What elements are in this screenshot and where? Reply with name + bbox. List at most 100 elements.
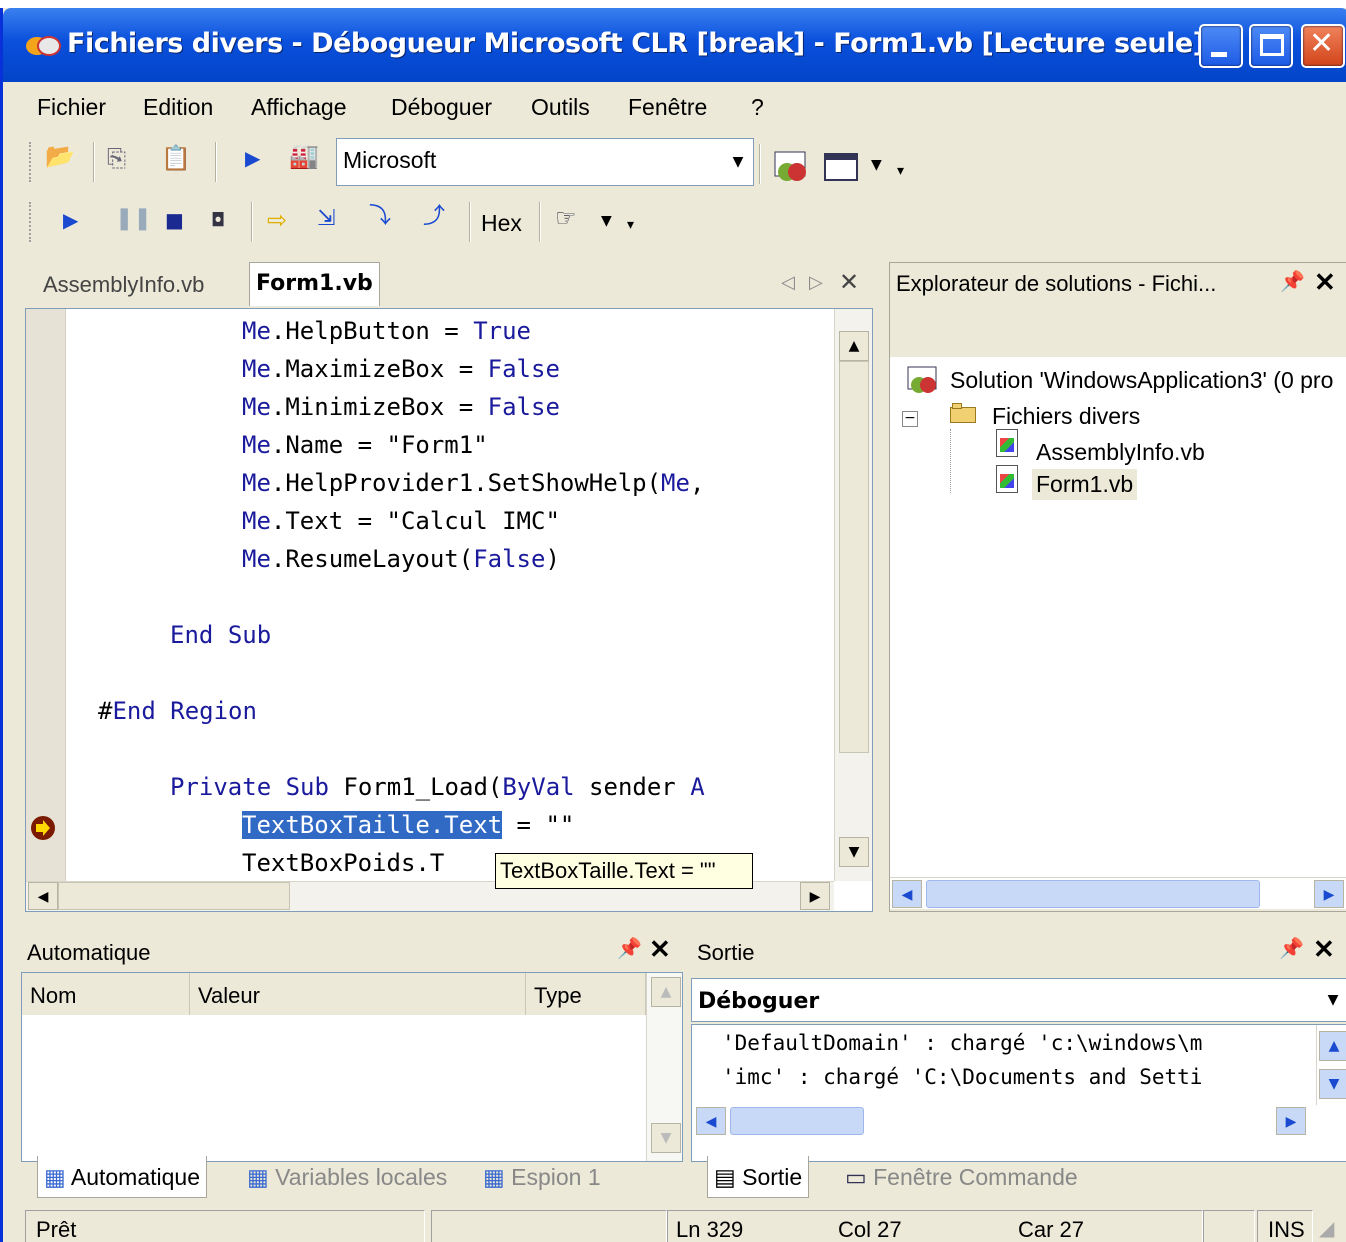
scroll-down-icon[interactable]: ▼ xyxy=(1319,1069,1346,1099)
code-line: Me.Name = "Form1" xyxy=(242,431,488,459)
pause-icon[interactable]: ❚❚ xyxy=(115,208,152,230)
autos-vertical-scrollbar[interactable]: ▲ ▼ xyxy=(646,973,682,1161)
start-icon[interactable]: ▶ xyxy=(245,148,260,168)
solution-node[interactable]: Solution 'WindowsApplication3' (0 pro xyxy=(950,367,1333,394)
autos-grid[interactable]: Nom Valeur Type ▲ ▼ xyxy=(21,972,683,1162)
menu-affichage[interactable]: Affichage xyxy=(251,94,346,121)
output-tab-strip: ▤ Sortie ▭ Fenêtre Commande xyxy=(691,1156,1346,1198)
pin-icon[interactable]: 📌 xyxy=(1280,269,1305,294)
breakpoint-margin[interactable] xyxy=(26,309,66,881)
minimize-button[interactable] xyxy=(1199,24,1243,68)
output-horizontal-scrollbar[interactable]: ◀ ▶ xyxy=(692,1105,1316,1137)
close-pane-icon[interactable]: ✕ xyxy=(1313,934,1335,965)
command-window-icon[interactable] xyxy=(823,152,859,182)
tab-assemblyinfo[interactable]: AssemblyInfo.vb xyxy=(43,272,204,298)
hex-button[interactable]: Hex xyxy=(481,210,522,237)
code-line-form-load: Private Sub Form1_Load(ByVal sender A xyxy=(170,773,705,801)
scroll-left-icon[interactable]: ◀ xyxy=(696,1107,726,1135)
menu-deboguer[interactable]: Déboguer xyxy=(391,94,492,121)
tab-variables-locales[interactable]: ▦ Variables locales xyxy=(241,1156,453,1198)
continue-icon[interactable]: ▶ xyxy=(63,210,78,230)
scrollbar-thumb[interactable] xyxy=(730,1107,864,1135)
resize-grip-icon[interactable]: ◢ xyxy=(1319,1216,1334,1241)
toolbar-overflow-icon[interactable]: ▾ xyxy=(897,164,904,178)
tab-espion-1[interactable]: ▦ Espion 1 xyxy=(477,1156,607,1198)
step-into-icon[interactable]: ⇲ xyxy=(317,208,335,230)
tab-form1[interactable]: Form1.vb xyxy=(249,262,380,306)
close-pane-icon[interactable]: ✕ xyxy=(1314,267,1336,298)
autos-pane: Automatique 📌 ✕ Nom Valeur Type ▲ ▼ xyxy=(21,930,683,1162)
file-node-assemblyinfo[interactable]: AssemblyInfo.vb xyxy=(1036,439,1205,466)
copy-icon[interactable]: ⎘ xyxy=(107,146,126,170)
breakpoints-icon[interactable]: ☞ xyxy=(555,206,577,230)
file-node-form1[interactable]: Form1.vb xyxy=(1032,469,1138,500)
close-button[interactable]: ✕ xyxy=(1301,24,1345,68)
toolbar-grip[interactable] xyxy=(29,202,33,242)
column-header-nom[interactable]: Nom xyxy=(22,973,190,1015)
output-source-select[interactable]: Déboguer ▼ xyxy=(691,978,1346,1022)
menu-fenetre[interactable]: Fenêtre xyxy=(628,94,707,121)
step-out-icon[interactable]: ⤴ xyxy=(423,206,445,228)
chevron-down-icon[interactable]: ▼ xyxy=(723,139,753,185)
chevron-down-icon[interactable]: ▼ xyxy=(871,158,882,172)
editor-tabs: AssemblyInfo.vb Form1.vb ◁ ▷ ✕ xyxy=(25,262,873,308)
open-folder-icon[interactable]: 📂 xyxy=(45,144,75,168)
menu-edition[interactable]: Edition xyxy=(143,94,213,121)
restart-icon[interactable]: ◘ xyxy=(211,212,225,230)
output-text[interactable]: 'DefaultDomain' : chargé 'c:\windows\m '… xyxy=(691,1024,1346,1162)
close-tab-icon[interactable]: ✕ xyxy=(839,268,859,296)
menu-outils[interactable]: Outils xyxy=(531,94,590,121)
scroll-tabs-left-icon[interactable]: ◁ xyxy=(781,272,795,293)
folder-node[interactable]: Fichiers divers xyxy=(992,403,1140,430)
tree-horizontal-scrollbar[interactable]: ◀ ▶ xyxy=(890,877,1346,909)
scroll-up-icon[interactable]: ▲ xyxy=(651,977,681,1007)
toolbar-overflow-icon[interactable]: ▾ xyxy=(627,218,634,232)
status-car: Car 27 xyxy=(1018,1217,1085,1242)
tab-sortie[interactable]: ▤ Sortie xyxy=(707,1156,810,1198)
scroll-up-icon[interactable]: ▲ xyxy=(839,331,869,361)
chevron-down-icon[interactable]: ▼ xyxy=(601,214,612,228)
scroll-down-icon[interactable]: ▼ xyxy=(651,1123,681,1153)
scroll-tabs-right-icon[interactable]: ▷ xyxy=(809,272,823,293)
column-header-type[interactable]: Type xyxy=(526,973,646,1015)
scroll-left-icon[interactable]: ◀ xyxy=(892,880,922,908)
scroll-up-icon[interactable]: ▲ xyxy=(1319,1031,1346,1061)
process-icon[interactable]: 🏭 xyxy=(289,144,319,168)
toolbar-grip[interactable] xyxy=(29,142,33,182)
code-editor[interactable]: Me.HelpButton = True Me.MaximizeBox = Fa… xyxy=(25,308,873,912)
status-text: Prêt xyxy=(25,1210,425,1242)
scroll-left-icon[interactable]: ◀ xyxy=(28,882,58,910)
scrollbar-thumb[interactable] xyxy=(839,361,869,753)
close-pane-icon[interactable]: ✕ xyxy=(649,934,671,965)
program-combo[interactable]: Microsoft ▼ xyxy=(336,138,754,186)
paste-icon[interactable]: 📋 xyxy=(161,146,191,170)
pin-icon[interactable]: 📌 xyxy=(617,936,642,960)
collapse-node-icon[interactable]: − xyxy=(902,411,918,427)
editor-vertical-scrollbar[interactable]: ▲ ▼ xyxy=(834,309,872,881)
scrollbar-thumb[interactable] xyxy=(926,880,1260,908)
status-position: Ln 329 Col 27 Car 27 xyxy=(667,1210,1203,1242)
title-bar[interactable]: Fichiers divers - Débogueur Microsoft CL… xyxy=(3,8,1346,82)
tab-fenetre-commande[interactable]: ▭ Fenêtre Commande xyxy=(839,1156,1084,1198)
stop-icon[interactable]: ■ xyxy=(165,210,184,230)
tab-automatique[interactable]: ▦ Automatique xyxy=(37,1156,207,1198)
menu-bar: Fichier Edition Affichage Déboguer Outil… xyxy=(3,82,1346,132)
menu-fichier[interactable]: Fichier xyxy=(37,94,106,121)
code-line: Me.Text = "Calcul IMC" xyxy=(242,507,560,535)
column-header-valeur[interactable]: Valeur xyxy=(190,973,526,1015)
menu-help[interactable]: ? xyxy=(751,94,764,121)
maximize-button[interactable] xyxy=(1249,24,1293,68)
scroll-down-icon[interactable]: ▼ xyxy=(839,837,869,867)
scroll-right-icon[interactable]: ▶ xyxy=(1314,880,1344,908)
solution-explorer-icon[interactable] xyxy=(773,150,809,184)
pin-icon[interactable]: 📌 xyxy=(1279,936,1304,960)
output-title: Sortie xyxy=(697,940,755,965)
chevron-down-icon[interactable]: ▼ xyxy=(1318,979,1346,1021)
scrollbar-thumb[interactable] xyxy=(58,882,290,910)
show-next-statement-icon[interactable]: ⇨ xyxy=(267,208,287,232)
step-over-icon[interactable]: ⤵ xyxy=(369,206,391,228)
scroll-right-icon[interactable]: ▶ xyxy=(800,882,830,910)
solution-tree[interactable]: Solution 'WindowsApplication3' (0 pro − … xyxy=(890,357,1346,877)
output-vertical-scrollbar[interactable]: ▲ ▼ xyxy=(1316,1025,1346,1105)
scroll-right-icon[interactable]: ▶ xyxy=(1276,1107,1306,1135)
